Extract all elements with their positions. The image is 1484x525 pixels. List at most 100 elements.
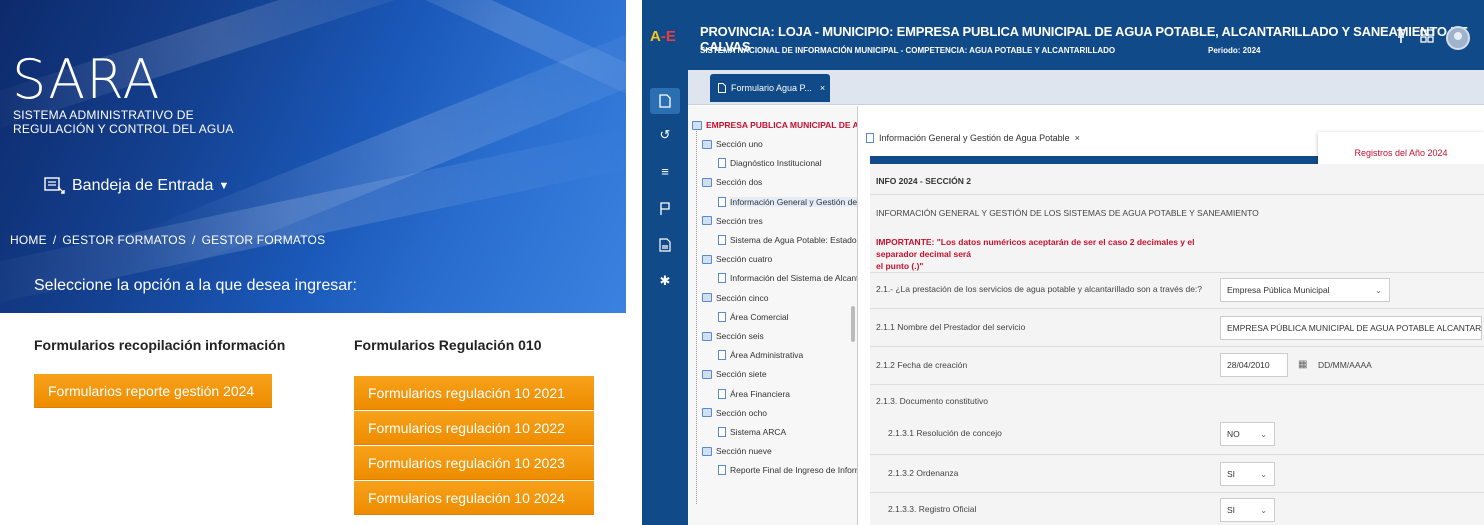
header-actions [1382, 26, 1470, 50]
breadcrumb: HOME / GESTOR FORMATOS / GESTOR FORMATOS [10, 233, 326, 247]
chevron-down-icon: ⌄ [1260, 505, 1267, 515]
tree-item-label: Sistema de Agua Potable: Estado T [730, 235, 858, 245]
tree-section-item[interactable]: Sección siete [702, 369, 767, 379]
section-tree: EMPRESA PUBLICA MUNICIPAL DE AGUA Secció… [688, 106, 858, 525]
q-ordenanza-label: 2.1.3.2 Ordenanza [888, 468, 959, 478]
tree-form-item[interactable]: Sistema ARCA [718, 427, 786, 437]
folder-icon [702, 446, 712, 456]
tree-root-label: EMPRESA PUBLICA MUNICIPAL DE AGUA [706, 120, 857, 130]
tree-section-item[interactable]: Sección tres [702, 216, 763, 226]
tree-form-item[interactable]: Área Financiera [718, 388, 790, 399]
tree-item-label: Área Administrativa [730, 350, 804, 361]
tree-item-label: Sección cinco [716, 292, 769, 303]
tree-section-item[interactable]: Sección seis [702, 331, 764, 341]
fecha-creacion-input[interactable]: 28/04/2010 [1220, 353, 1288, 377]
sara-panel: SARA SISTEMA ADMINISTRATIVO DE REGULACIÓ… [0, 0, 626, 525]
top-header: PROVINCIA: LOJA - MUNICIPIO: EMPRESA PUB… [688, 0, 1484, 70]
inner-tab-close-icon[interactable]: × [1075, 133, 1080, 143]
folder-icon [702, 139, 712, 149]
col-recopilacion-title: Formularios recopilación información [34, 337, 286, 353]
list-icon[interactable]: ≡ [650, 158, 680, 184]
section-title: INFORMACIÓN GENERAL Y GESTIÓN DE LOS SIS… [876, 208, 1259, 218]
document-icon [718, 311, 726, 322]
tree-section-item[interactable]: Sección cuatro [702, 254, 772, 264]
flag-icon[interactable] [650, 196, 680, 222]
fecha-value: 28/04/2010 [1227, 360, 1270, 370]
subtitle-line-1: SISTEMA ADMINISTRATIVO DE [13, 108, 194, 122]
document-icon [718, 196, 726, 207]
tree-item-label: Información del Sistema de Alcanta [730, 273, 858, 284]
sara-subtitle: SISTEMA ADMINISTRATIVO DE REGULACIÓN Y C… [13, 108, 273, 136]
file-icon[interactable] [650, 232, 680, 258]
date-format-hint: DD/MM/AAAA [1318, 360, 1372, 370]
user-avatar-icon[interactable] [1446, 26, 1470, 50]
btn-reporte-gestion-2024[interactable]: Formularios reporte gestión 2024 [34, 374, 272, 408]
q-documento-label: 2.1.3. Documento constitutivo [876, 396, 988, 406]
q-registro-label: 2.1.3.3. Registro Oficial [888, 504, 977, 514]
folder-icon [702, 408, 712, 418]
folder-icon [702, 254, 712, 264]
tree-section-item[interactable]: Sección dos [702, 177, 762, 187]
hero-banner: SARA SISTEMA ADMINISTRATIVO DE REGULACIÓ… [0, 0, 626, 313]
section-header: INFO 2024 - SECCIÓN 2 [876, 176, 971, 186]
gear-icon[interactable]: ✱ [650, 268, 680, 294]
tab-formulario-label: Formulario Agua P... [731, 83, 812, 93]
btn-regulacion-2021[interactable]: Formularios regulación 10 2021 [354, 376, 594, 410]
undo-icon[interactable]: ↺ [650, 122, 680, 148]
prestacion-select[interactable]: Empresa Pública Municipal ⌄ [1220, 278, 1390, 302]
tree-form-item[interactable]: Información General y Gestión de A [718, 196, 857, 207]
pin-icon[interactable] [1394, 28, 1408, 48]
tab-close-icon[interactable]: × [820, 83, 825, 93]
selection-prompt: Seleccione la opción a la que desea ingr… [34, 277, 357, 294]
prestador-name-input[interactable]: EMPRESA PÚBLICA MUNICIPAL DE AGUA POTABL… [1220, 316, 1482, 340]
breadcrumb-gestor-2: GESTOR FORMATOS [201, 233, 326, 247]
tree-form-item[interactable]: Reporte Final de Ingreso de Inform [718, 465, 858, 476]
tree-form-item[interactable]: Información del Sistema de Alcanta [718, 273, 858, 284]
q-resolucion-label: 2.1.3.1 Resolución de concejo [888, 428, 1002, 438]
btn-regulacion-2023[interactable]: Formularios regulación 10 2023 [354, 446, 594, 480]
tree-item-label: Información General y Gestión de A [730, 196, 857, 207]
prestacion-value: Empresa Pública Municipal [1227, 285, 1330, 295]
chevron-down-icon: ⌄ [1260, 469, 1267, 479]
inner-tab-label: Información General y Gestión de Agua Po… [879, 133, 1070, 143]
resolucion-value: NO [1227, 429, 1240, 439]
registro-value: SI [1227, 505, 1236, 515]
tree-item-label: Sistema ARCA [730, 427, 787, 437]
ordenanza-select[interactable]: SI ⌄ [1220, 462, 1275, 486]
grid-icon[interactable] [1420, 29, 1434, 47]
tree-section-item[interactable]: Sección nueve [702, 446, 772, 456]
tree-section-item[interactable]: Sección cinco [702, 293, 768, 303]
q-nombre-label: 2.1.1 Nombre del Prestador del servicio [876, 322, 1026, 332]
tab-strip: Formulario Agua P... × [688, 70, 1484, 105]
document-icon [718, 158, 726, 169]
tree-item-label: Sección nueve [716, 446, 772, 457]
inbox-dropdown[interactable]: Bandeja de Entrada ▼ [44, 177, 229, 195]
btn-regulacion-2022[interactable]: Formularios regulación 10 2022 [354, 411, 594, 445]
q-fecha-label: 2.1.2 Fecha de creación [876, 360, 968, 370]
registro-select[interactable]: SI ⌄ [1220, 498, 1275, 522]
calendar-icon[interactable]: ▦ [1298, 359, 1307, 370]
document-icon[interactable] [650, 88, 680, 114]
tab-formulario-agua[interactable]: Formulario Agua P... × [710, 74, 830, 102]
tree-item-label: Reporte Final de Ingreso de Inform [730, 465, 858, 476]
breadcrumb-home[interactable]: HOME [10, 233, 47, 247]
tree-form-item[interactable]: Diagnóstico Institucional [718, 158, 822, 169]
btn-regulacion-2024[interactable]: Formularios regulación 10 2024 [354, 481, 594, 515]
tree-section-item[interactable]: Sección ocho [702, 408, 767, 418]
notice-line-1: IMPORTANTE: "Los datos numéricos aceptar… [876, 237, 1195, 259]
tree-item-label: Sección seis [716, 331, 764, 341]
tree-form-item[interactable]: Sistema de Agua Potable: Estado T [718, 235, 858, 245]
tree-section-item[interactable]: Sección uno [702, 139, 763, 149]
tree-form-item[interactable]: Área Administrativa [718, 350, 804, 361]
tree-scrollbar[interactable] [851, 306, 855, 342]
tab-informacion-general[interactable]: Información General y Gestión de Agua Po… [866, 133, 1080, 143]
tree-item-label: Sección siete [716, 369, 767, 380]
tree-form-item[interactable]: Área Comercial [718, 311, 789, 322]
tree-root[interactable]: EMPRESA PUBLICA MUNICIPAL DE AGUA [692, 120, 857, 130]
document-icon [718, 273, 726, 284]
period-label: Periodo: 2024 [1208, 46, 1261, 55]
breadcrumb-gestor-1[interactable]: GESTOR FORMATOS [62, 233, 186, 247]
resolucion-select[interactable]: NO ⌄ [1220, 422, 1275, 446]
app-logo: A-E [650, 28, 676, 45]
tree-item-label: Sección uno [716, 139, 763, 149]
